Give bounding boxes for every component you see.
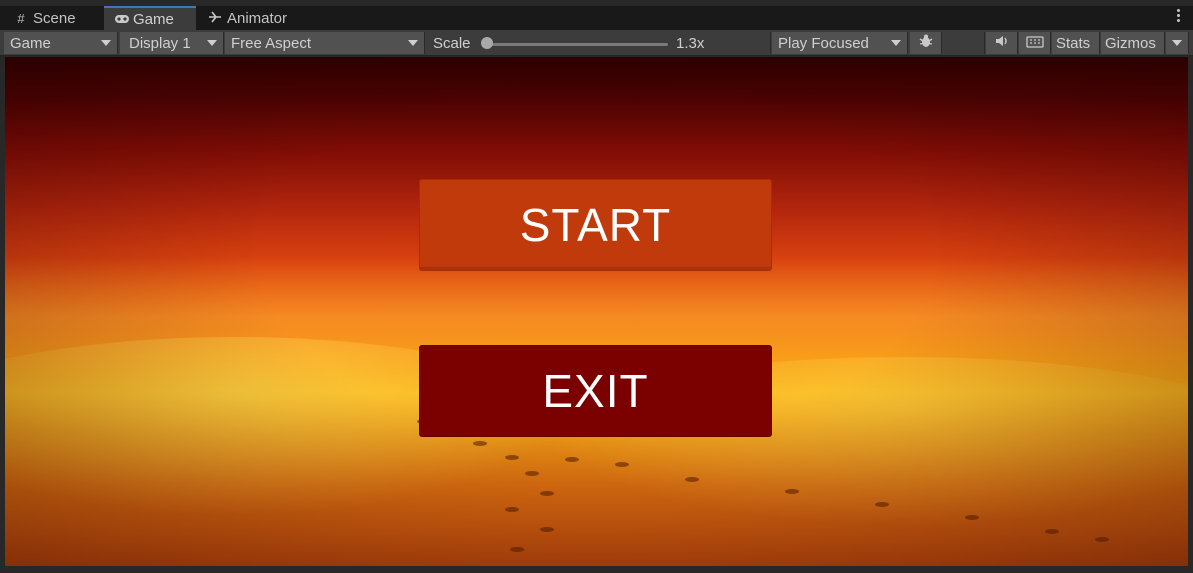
- game-window: # Scene Game Animator Game Display 1 Fre…: [0, 0, 1193, 573]
- tab-animator-label: Animator: [227, 9, 288, 27]
- exit-button-label: EXIT: [542, 365, 649, 417]
- game-toolbar: Game Display 1 Free Aspect Scale 1.3x Pl…: [0, 30, 1193, 56]
- background-vignette: [5, 57, 1188, 566]
- scale-label: Scale: [433, 34, 471, 52]
- stats-label: Stats: [1056, 34, 1091, 52]
- chevron-down-icon: [101, 40, 111, 46]
- tab-animator[interactable]: Animator: [198, 6, 308, 30]
- play-mode-label: Play Focused: [778, 34, 869, 52]
- aspect-select[interactable]: Free Aspect: [225, 32, 425, 54]
- more-options-icon[interactable]: [1177, 9, 1181, 22]
- tab-game[interactable]: Game: [104, 6, 196, 30]
- keyboard-icon: [1025, 35, 1044, 52]
- shortcuts-button[interactable]: [1019, 32, 1051, 54]
- chevron-down-icon: [891, 40, 901, 46]
- scale-slider-handle[interactable]: [481, 37, 493, 49]
- animator-icon: [208, 11, 222, 26]
- gizmos-button[interactable]: Gizmos: [1101, 32, 1165, 54]
- gamepad-icon: [114, 12, 129, 27]
- scale-slider-track[interactable]: [490, 43, 668, 46]
- play-mode-select[interactable]: Play Focused: [772, 32, 908, 54]
- tab-scene[interactable]: # Scene: [4, 6, 102, 30]
- tab-scene-label: Scene: [33, 9, 76, 27]
- chevron-down-icon: [408, 40, 418, 46]
- aspect-select-label: Free Aspect: [231, 34, 312, 52]
- window-bottom-edge: [0, 566, 1193, 573]
- bug-icon: [918, 33, 934, 53]
- speaker-icon: [994, 34, 1010, 52]
- tab-game-label: Game: [133, 10, 174, 28]
- gizmos-dropdown[interactable]: [1166, 32, 1189, 54]
- start-button-label: START: [519, 199, 672, 251]
- debug-button[interactable]: [910, 32, 942, 54]
- display-select[interactable]: Display 1: [120, 32, 224, 54]
- display-select-label: Display 1: [129, 34, 191, 52]
- stats-button[interactable]: Stats: [1052, 32, 1100, 54]
- chevron-down-icon: [1172, 40, 1182, 46]
- game-viewport[interactable]: START EXIT: [5, 57, 1188, 566]
- start-button[interactable]: START: [419, 179, 772, 271]
- tab-bar: # Scene Game Animator: [0, 6, 1193, 30]
- view-select-label: Game: [10, 34, 51, 52]
- grid-icon: #: [17, 10, 25, 26]
- toolbar-spacer: [943, 32, 985, 54]
- exit-button[interactable]: EXIT: [419, 345, 772, 437]
- gizmos-label: Gizmos: [1105, 34, 1156, 52]
- view-select[interactable]: Game: [4, 32, 118, 54]
- scale-value: 1.3x: [676, 34, 705, 52]
- chevron-down-icon: [207, 40, 217, 46]
- mute-audio-button[interactable]: [986, 32, 1018, 54]
